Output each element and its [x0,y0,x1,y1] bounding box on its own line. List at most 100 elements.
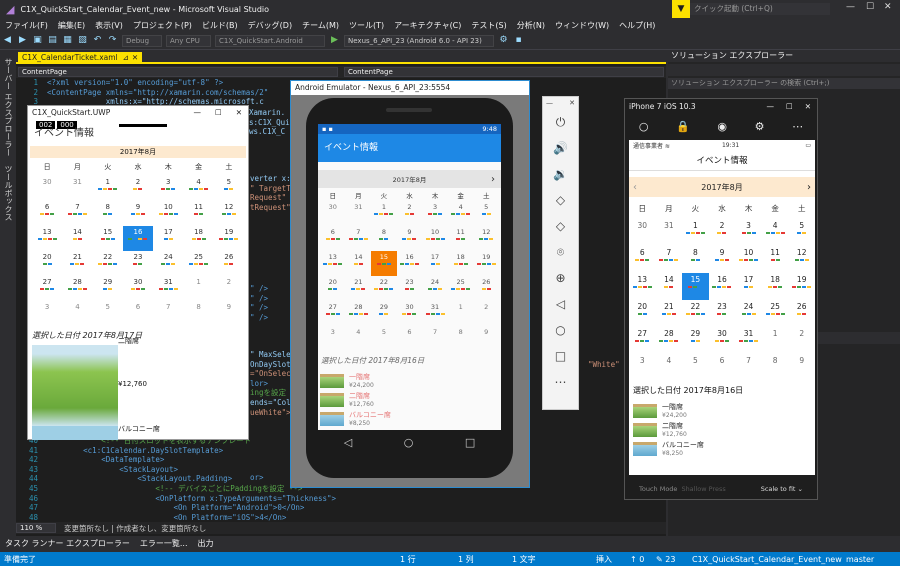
menu-item[interactable]: チーム(M) [297,20,344,31]
day-cell[interactable]: 3 [422,201,448,226]
day-cell[interactable]: 31 [153,276,183,301]
day-cell[interactable]: 1 [93,176,123,201]
day-cell[interactable]: 19 [473,251,499,276]
menu-item[interactable]: ファイル(F) [0,20,53,31]
day-cell[interactable]: 25 [762,300,789,327]
day-cell[interactable]: 7 [153,301,183,326]
day-cell[interactable]: 11 [448,226,474,251]
android-recents-icon[interactable]: □ [465,436,475,449]
day-cell[interactable]: 8 [93,201,123,226]
day-cell[interactable]: 2 [214,276,244,301]
more-icon[interactable]: ⋯ [543,369,578,395]
device-combo[interactable]: Nexus_6_API_23 (Android 6.0 - API 23) [344,34,494,47]
task-runner-tab[interactable]: タスク ランナー エクスプローラー [0,538,135,549]
close-button[interactable]: ✕ [884,2,892,12]
ios-more-icon[interactable]: ⋯ [792,120,803,133]
day-cell[interactable]: 15 [93,226,123,251]
day-cell[interactable]: 2 [709,219,736,246]
day-cell[interactable]: 3 [153,176,183,201]
day-cell[interactable]: 29 [371,301,397,326]
platform-combo[interactable]: Any CPU [166,34,211,47]
seat-list-item[interactable]: バルコニー席 ¥8,250 [320,410,499,427]
day-cell[interactable]: 31 [62,176,92,201]
day-cell[interactable]: 30 [629,219,656,246]
day-cell[interactable]: 22 [682,300,709,327]
day-cell[interactable]: 17 [153,226,183,251]
day-cell[interactable]: 18 [762,273,789,300]
undo-icon[interactable]: ↶ [92,35,103,46]
day-cell[interactable]: 17 [422,251,448,276]
status-repo[interactable]: C1X_QuickStart_Calendar_Event_new [692,555,842,564]
menu-item[interactable]: デバッグ(D) [243,20,297,31]
seat-list-item[interactable]: 二階席 ¥12,760 [320,391,499,408]
maximize-button[interactable]: ☐ [866,2,874,12]
menu-item[interactable]: ツール(T) [344,20,389,31]
menu-item[interactable]: プロジェクト(P) [128,20,197,31]
rotate-left-icon[interactable]: ◇ [543,187,578,213]
ios-lock-icon[interactable]: 🔒 [676,120,690,133]
day-cell[interactable]: 2 [473,301,499,326]
document-tab[interactable]: C1X_CalendarTicket.xaml ⊿ ✕ [18,52,143,64]
day-cell[interactable]: 4 [762,219,789,246]
android-calendar-grid[interactable]: 30 31 1 2 3 4 5 6 7 8 9 10 11 12 13 14 15 16 17 18 19 20 21 22 2… [320,201,499,351]
minimize-button[interactable]: — [846,2,855,12]
day-cell[interactable]: 7 [422,326,448,351]
day-cell[interactable]: 2 [788,327,815,354]
ios-screen[interactable]: 通信事業者 ≋ 19:31 ▭ イベント情報 ‹ 2017年8月 › 日 月 火 水 木… [629,140,815,475]
day-cell[interactable]: 14 [62,226,92,251]
seat-list-item[interactable]: 二階席 ¥12,760 [633,421,811,438]
camera-icon[interactable]: ⌾ [543,239,578,265]
day-cell[interactable]: 1 [682,219,709,246]
home-icon[interactable]: ○ [543,317,578,343]
day-cell[interactable]: 28 [62,276,92,301]
day-cell[interactable]: 19 [788,273,815,300]
menu-item[interactable]: 表示(V) [90,20,128,31]
day-cell[interactable]: 2 [397,201,423,226]
day-cell[interactable]: 18 [183,226,213,251]
menu-item[interactable]: ビルド(B) [197,20,243,31]
day-cell[interactable]: 4 [183,176,213,201]
menu-item[interactable]: 分析(N) [512,20,550,31]
day-cell[interactable]: 5 [682,354,709,381]
day-cell[interactable]: 12 [788,246,815,273]
android-home-icon[interactable]: ○ [404,436,414,449]
day-cell[interactable]: 17 [735,273,762,300]
day-cell[interactable]: 31 [422,301,448,326]
menu-item[interactable]: ヘルプ(H) [614,20,660,31]
day-cell[interactable]: 9 [709,246,736,273]
day-cell[interactable]: 5 [93,301,123,326]
seat-list-item[interactable]: 一階席 ¥24,200 [633,402,811,419]
menu-item[interactable]: 編集(E) [53,20,90,31]
menu-item[interactable]: テスト(S) [466,20,511,31]
emu-ctl-min[interactable]: — [546,99,553,107]
back-icon[interactable]: ◁ [543,291,578,317]
day-cell[interactable]: 4 [346,326,372,351]
save-all-icon[interactable]: ▧ [77,35,88,46]
config-combo[interactable]: Debug [122,34,162,47]
seat-list-item[interactable]: 一階席 ¥24,200 [320,372,499,389]
day-cell[interactable]: 5 [788,219,815,246]
day-cell[interactable]: 3 [32,301,62,326]
day-cell[interactable]: 27 [32,276,62,301]
tab-pin-icon[interactable]: ⊿ [123,52,129,64]
ios-sim-min[interactable]: — [766,102,774,111]
day-cell[interactable]: 11 [183,201,213,226]
day-cell[interactable]: 3 [320,326,346,351]
day-cell[interactable]: 3 [735,219,762,246]
ios-sim-max[interactable]: ☐ [786,102,793,111]
day-cell[interactable]: 26 [788,300,815,327]
day-cell[interactable]: 10 [153,201,183,226]
ios-prev-month-icon[interactable]: ‹ [633,182,637,193]
day-cell[interactable]: 28 [656,327,683,354]
day-cell[interactable]: 13 [32,226,62,251]
toolbox-tab[interactable]: ツールボックス [3,165,14,221]
day-cell[interactable]: 9 [788,354,815,381]
day-cell[interactable]: 21 [62,251,92,276]
day-cell[interactable]: 23 [123,251,153,276]
day-cell[interactable]: 1 [183,276,213,301]
menu-item[interactable]: アーキテクチャ(C) [389,20,466,31]
day-cell[interactable]: 14 [346,251,372,276]
day-cell[interactable]: 1 [371,201,397,226]
android-back-icon[interactable]: ◁ [344,436,352,449]
day-cell[interactable]: 30 [123,276,153,301]
